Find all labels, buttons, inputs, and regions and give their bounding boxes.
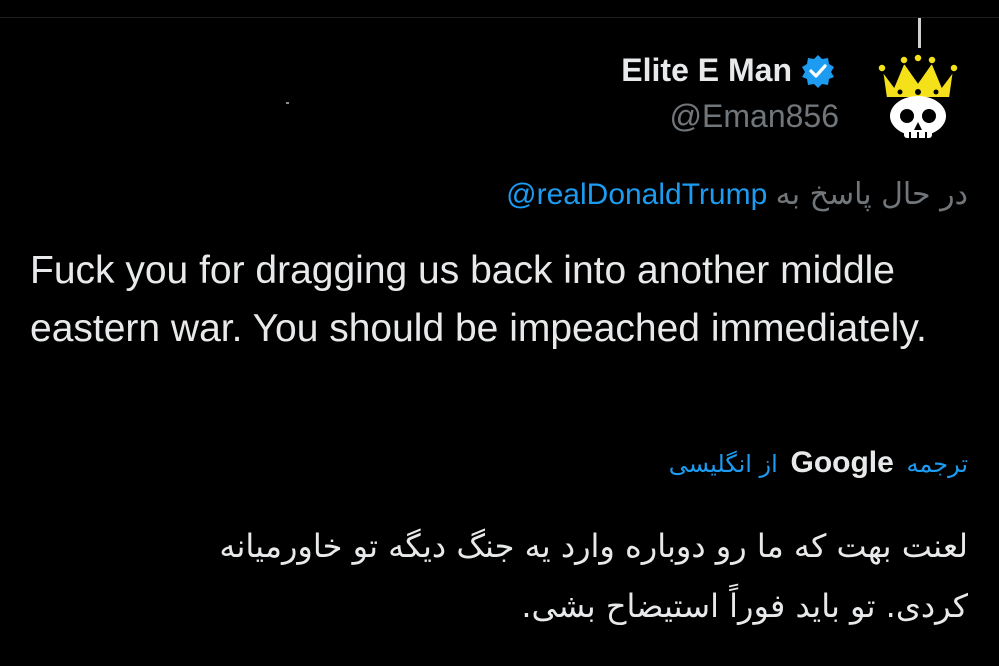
replying-to-label: در حال پاسخ به	[775, 177, 968, 212]
tweet-text: Fuck you for dragging us back into anoth…	[30, 249, 927, 350]
avatar[interactable]	[872, 42, 964, 140]
verified-badge-icon	[801, 54, 835, 88]
translation-bar: ترجمه Google از انگلیسی	[669, 443, 968, 485]
author-handle[interactable]: @Eman856	[670, 96, 839, 136]
author-display-name[interactable]: Elite E Man	[621, 50, 792, 90]
source-language-label: از انگلیسی	[668, 450, 778, 478]
replying-to-line: در حال پاسخ به @realDonaldTrump	[506, 175, 968, 215]
mention-link[interactable]: @realDonaldTrump	[506, 178, 767, 211]
google-logo-text: Google	[790, 446, 894, 479]
translated-tweet-text: لعنت بهت که ما رو دوباره وارد یه جنگ دیگ…	[219, 527, 968, 625]
translate-link[interactable]: ترجمه	[907, 450, 969, 478]
crowned-skull-icon	[877, 53, 959, 139]
speck-artifact	[286, 102, 289, 104]
top-divider	[0, 17, 999, 18]
